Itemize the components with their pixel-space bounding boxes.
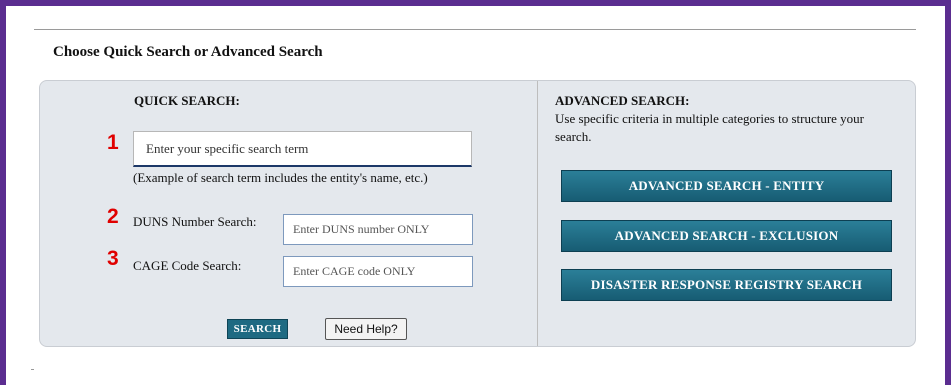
duns-label: DUNS Number Search: xyxy=(133,214,257,229)
search-term-input[interactable] xyxy=(133,131,472,167)
page-title: Choose Quick Search or Advanced Search xyxy=(53,44,323,60)
page-edge-mark xyxy=(31,369,34,370)
advanced-search-description: Use specific criteria in multiple catego… xyxy=(555,111,864,144)
search-button[interactable]: SEARCH xyxy=(227,319,288,339)
annotation-marker-2: 2 xyxy=(107,205,119,228)
top-divider xyxy=(34,29,916,30)
need-help-button[interactable]: Need Help? xyxy=(325,318,407,340)
cage-input[interactable] xyxy=(283,256,473,287)
cage-label: CAGE Code Search: xyxy=(133,258,242,273)
quick-search-heading: QUICK SEARCH: xyxy=(134,93,240,108)
panel-divider xyxy=(537,81,538,346)
annotation-marker-1: 1 xyxy=(107,131,119,154)
disaster-response-registry-button[interactable]: DISASTER RESPONSE REGISTRY SEARCH xyxy=(561,269,892,301)
duns-input[interactable] xyxy=(283,214,473,245)
advanced-search-heading: ADVANCED SEARCH: xyxy=(555,93,690,108)
annotation-marker-3: 3 xyxy=(107,247,119,270)
advanced-search-exclusion-button[interactable]: ADVANCED SEARCH - EXCLUSION xyxy=(561,220,892,252)
search-example-note: (Example of search term includes the ent… xyxy=(133,170,428,185)
advanced-search-entity-button[interactable]: ADVANCED SEARCH - ENTITY xyxy=(561,170,892,202)
